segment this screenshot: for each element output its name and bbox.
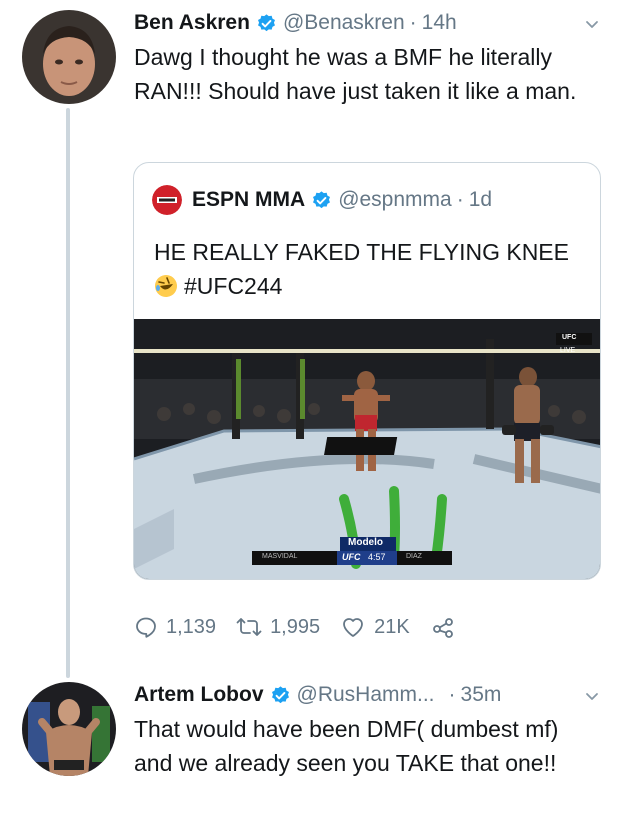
- verified-icon: [256, 13, 277, 34]
- hashtag-link[interactable]: #UFC244: [184, 273, 282, 299]
- like-button[interactable]: 21K: [340, 615, 410, 639]
- timestamp[interactable]: 35m: [461, 683, 502, 707]
- thread-line: [66, 108, 70, 678]
- quoted-text-line: HE REALLY FAKED THE FLYING KNEE: [154, 239, 569, 265]
- heart-icon: [343, 618, 364, 637]
- retweet-icon: [236, 618, 262, 636]
- tweet[interactable]: Ben Askren @Benaskren · 14h Dawg I thoug…: [0, 0, 618, 678]
- reply-button[interactable]: 1,139: [134, 615, 216, 639]
- author-handle[interactable]: @Benaskren: [283, 11, 405, 35]
- author-name[interactable]: Ben Askren: [134, 11, 250, 35]
- author-name[interactable]: Artem Lobov: [134, 683, 264, 707]
- fight-clock: 4:57: [368, 552, 386, 562]
- reply-count: 1,139: [166, 615, 217, 638]
- verified-icon: [311, 190, 332, 211]
- retweet-button[interactable]: 1,995: [236, 615, 320, 639]
- tweet-text: Dawg I thought he was a BMF he literally…: [134, 44, 577, 104]
- timestamp[interactable]: 14h: [422, 11, 457, 35]
- quoted-author-name[interactable]: ESPN MMA: [192, 188, 305, 212]
- live-badge: LIVE: [560, 347, 576, 354]
- share-button[interactable]: [430, 615, 464, 639]
- espn-logo-icon: [152, 185, 182, 215]
- reply-icon: [136, 617, 156, 638]
- chevron-down-icon[interactable]: [584, 16, 600, 32]
- chevron-down-icon[interactable]: [584, 688, 600, 704]
- verified-icon: [270, 685, 291, 706]
- left-fighter-name: MASVIDAL: [262, 553, 298, 560]
- quoted-tweet[interactable]: ESPN MMA @espnmma · 1d HE REALLY FAKED T…: [133, 162, 601, 580]
- quoted-tweet-text: HE REALLY FAKED THE FLYING KNEE #UFC244: [154, 235, 594, 303]
- like-count: 21K: [374, 615, 410, 638]
- tweet[interactable]: Artem Lobov @RusHamm... · 35m That would…: [0, 670, 618, 825]
- tweet-text: That would have been DMF( dumbest mf) an…: [134, 716, 559, 776]
- separator-dot: ·: [456, 188, 464, 211]
- right-fighter-name: DIAZ: [406, 553, 422, 560]
- tweet-header: Ben Askren @Benaskren · 14h: [134, 8, 457, 38]
- corner-badge: UFC: [562, 334, 577, 341]
- quoted-author-handle[interactable]: @espnmma: [338, 188, 452, 212]
- tweet-actions: 1,139 1,995 21K: [134, 612, 484, 642]
- separator-dot: ·: [409, 11, 417, 34]
- quoted-timestamp[interactable]: 1d: [469, 188, 492, 212]
- separator-dot: ·: [448, 683, 456, 706]
- avatar[interactable]: [22, 10, 116, 104]
- avatar[interactable]: [22, 682, 116, 776]
- sponsor-label: Modelo: [348, 537, 383, 548]
- league-label: UFC: [342, 552, 361, 562]
- author-handle[interactable]: @RusHamm...: [297, 683, 435, 707]
- video-thumbnail[interactable]: Modelo UFC 4:57 MASVIDAL DIAZ UFC LIVE: [134, 319, 600, 579]
- tweet-header: Artem Lobov @RusHamm... · 35m: [134, 680, 501, 710]
- rolling-laughing-emoji-icon: [155, 275, 177, 297]
- retweet-count: 1,995: [270, 615, 321, 638]
- share-icon: [432, 618, 453, 638]
- quoted-tweet-header: ESPN MMA @espnmma · 1d: [152, 185, 492, 215]
